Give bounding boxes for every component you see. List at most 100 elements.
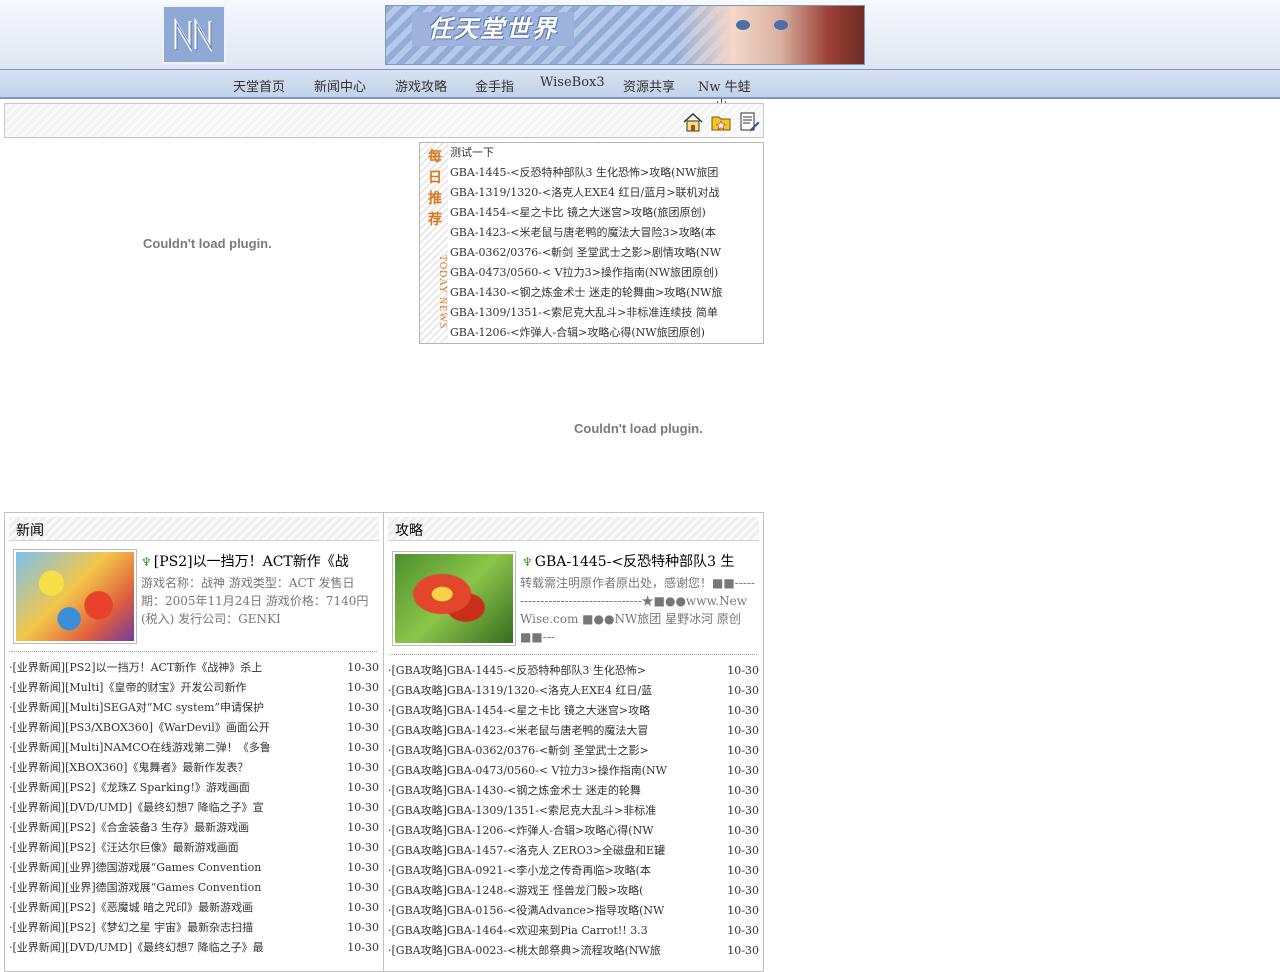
- news-item-date: 10-30: [347, 861, 379, 874]
- news-list-item[interactable]: ·[业界新闻][PS2]《梦幻之星 宇宙》最新杂志扫描 10-30: [9, 918, 379, 938]
- recommend-link[interactable]: GBA-1430-<钢之炼金术士 迷走的轮舞曲>攻略(NW旅: [450, 283, 762, 303]
- news-item-title[interactable]: ·[业界新闻][XBOX360]《鬼舞者》最新作发表？: [9, 758, 248, 778]
- guide-list-item[interactable]: ·[GBA攻略]GBA-1319/1320-<洛克人EXE4 红日/蓝 10-30: [388, 681, 759, 701]
- guide-item-title[interactable]: ·[GBA攻略]GBA-1454-<星之卡比 镜之大迷宫>攻略: [388, 701, 650, 721]
- site-logo[interactable]: [162, 5, 226, 64]
- news-list-item[interactable]: ·[业界新闻][PS2]《汪达尔巨像》最新游戏画面 10-30: [9, 838, 379, 858]
- news-list-item[interactable]: ·[业界新闻][Multi]NAMCO在线游戏第二弹！《多鲁 10-30: [9, 738, 379, 758]
- recommend-link[interactable]: GBA-0473/0560-< V拉力3>操作指南(NW旅团原创): [450, 263, 762, 283]
- guide-list-item[interactable]: ·[GBA攻略]GBA-1454-<星之卡比 镜之大迷宫>攻略 10-30: [388, 701, 759, 721]
- guide-panel: 攻略 ♆ GBA-1445-<反恐特种部队3 生 转载需注明原作者原出处，感谢您！…: [383, 512, 764, 972]
- recommend-link[interactable]: GBA-1423-<米老鼠与唐老鸭的魔法大冒险3>攻略(本: [450, 223, 762, 243]
- nav-item-news-center[interactable]: 新闻中心: [314, 76, 366, 95]
- news-list-item[interactable]: ·[业界新闻][PS3/XBOX360]《WarDevil》画面公开 10-30: [9, 718, 379, 738]
- home-icon[interactable]: [682, 112, 704, 132]
- guide-list-item[interactable]: ·[GBA攻略]GBA-1423-<米老鼠与唐老鸭的魔法大冒 10-30: [388, 721, 759, 741]
- news-item-title[interactable]: ·[业界新闻][PS2]《恶魔城 暗之咒印》最新游戏画: [9, 898, 253, 918]
- news-item-title[interactable]: ·[业界新闻][PS2]《合金装备3 生存》最新游戏画: [9, 818, 249, 838]
- daily-recommend-title: 每 日 推 荐: [428, 147, 442, 231]
- main-nav: 天堂首页 新闻中心 游戏攻略 金手指 WiseBox3 资源共享 Nw 牛蛙 山: [0, 69, 1280, 111]
- news-item-title[interactable]: ·[业界新闻][DVD/UMD]《最终幻想7 降临之子》宣: [9, 798, 264, 818]
- news-item-title[interactable]: ·[业界新闻][PS3/XBOX360]《WarDevil》画面公开: [9, 718, 270, 738]
- guide-item-title[interactable]: ·[GBA攻略]GBA-0023-<桃太郎祭典>流程攻略(NW旅: [388, 941, 661, 961]
- guide-item-date: 10-30: [727, 764, 759, 777]
- guide-list-item[interactable]: ·[GBA攻略]GBA-0156-<役满Advance>指导攻略(NW 10-30: [388, 901, 759, 921]
- news-list-item[interactable]: ·[业界新闻][业界]德国游戏展“Games Convention 10-30: [9, 878, 379, 898]
- news-item-title[interactable]: ·[业界新闻][DVD/UMD]《最终幻想7 降临之子》最: [9, 938, 264, 958]
- news-item-title[interactable]: ·[业界新闻][Multi]NAMCO在线游戏第二弹！《多鲁: [9, 738, 271, 758]
- guide-list-item[interactable]: ·[GBA攻略]GBA-1445-<反恐特种部队3 生化恐怖> 10-30: [388, 661, 759, 681]
- guide-list-item[interactable]: ·[GBA攻略]GBA-0473/0560-< V拉力3>操作指南(NW 10-3…: [388, 761, 759, 781]
- recommend-link[interactable]: GBA-1309/1351-<索尼克大乱斗>非标准连续技 简单: [450, 303, 762, 323]
- news-item-title[interactable]: ·[业界新闻][业界]德国游戏展“Games Convention: [9, 858, 261, 878]
- news-list-item[interactable]: ·[业界新闻][PS2]以一挡万！ACT新作《战神》杀上 10-30: [9, 658, 379, 678]
- nav-item-cheats[interactable]: 金手指: [475, 76, 514, 95]
- recommend-link[interactable]: GBA-1206-<炸弹人-合辑>攻略心得(NW旅团原创): [450, 323, 762, 343]
- guide-item-title[interactable]: ·[GBA攻略]GBA-1248-<游戏王 怪兽龙门骰>攻略(: [388, 881, 643, 901]
- nav-item-wisebox3[interactable]: WiseBox3: [540, 75, 605, 90]
- news-list-item[interactable]: ·[业界新闻][Multi]SEGA对“MC system”申请保护 10-30: [9, 698, 379, 718]
- news-featured-title[interactable]: ♆ [PS2]以一挡万！ACT新作《战: [141, 551, 373, 571]
- news-item-title[interactable]: ·[业界新闻][Multi]《皇帝的财宝》开发公司新作: [9, 678, 246, 698]
- nav-item-nw[interactable]: Nw 牛蛙: [698, 76, 751, 95]
- guide-item-title[interactable]: ·[GBA攻略]GBA-1457-<洛克人 ZERO3>全磁盘和E罐: [388, 841, 665, 861]
- news-item-date: 10-30: [347, 801, 379, 814]
- news-list-item[interactable]: ·[业界新闻][PS2]《恶魔城 暗之咒印》最新游戏画 10-30: [9, 898, 379, 918]
- today-news-label: TODAY NEWS: [437, 255, 448, 330]
- guide-item-title[interactable]: ·[GBA攻略]GBA-1423-<米老鼠与唐老鸭的魔法大冒: [388, 721, 648, 741]
- news-item-date: 10-30: [347, 901, 379, 914]
- guide-item-date: 10-30: [727, 864, 759, 877]
- recommend-link[interactable]: GBA-1319/1320-<洛克人EXE4 红日/蓝月>联机对战: [450, 183, 762, 203]
- guide-item-title[interactable]: ·[GBA攻略]GBA-1319/1320-<洛克人EXE4 红日/蓝: [388, 681, 652, 701]
- news-item-title[interactable]: ·[业界新闻][PS2]《梦幻之星 宇宙》最新杂志扫描: [9, 918, 253, 938]
- guide-item-title[interactable]: ·[GBA攻略]GBA-0156-<役满Advance>指导攻略(NW: [388, 901, 664, 921]
- guide-item-title[interactable]: ·[GBA攻略]GBA-1206-<炸弹人-合辑>攻略心得(NW: [388, 821, 654, 841]
- news-item-title[interactable]: ·[业界新闻][PS2]以一挡万！ACT新作《战神》杀上: [9, 658, 262, 678]
- document-edit-icon[interactable]: [738, 112, 760, 132]
- nav-item-guides[interactable]: 游戏攻略: [395, 76, 447, 95]
- news-list-item[interactable]: ·[业界新闻][PS2]《合金装备3 生存》最新游戏画 10-30: [9, 818, 379, 838]
- guide-panel-title: 攻略: [395, 523, 423, 539]
- news-list-item[interactable]: ·[业界新闻][Multi]《皇帝的财宝》开发公司新作 10-30: [9, 678, 379, 698]
- guide-featured-title[interactable]: ♆ GBA-1445-<反恐特种部队3 生: [522, 551, 758, 571]
- guide-list-item[interactable]: ·[GBA攻略]GBA-1430-<钢之炼金术士 迷走的轮舞 10-30: [388, 781, 759, 801]
- news-item-date: 10-30: [347, 701, 379, 714]
- news-item-date: 10-30: [347, 761, 379, 774]
- news-item-title[interactable]: ·[业界新闻][PS2]《汪达尔巨像》最新游戏画面: [9, 838, 239, 858]
- guide-list-item[interactable]: ·[GBA攻略]GBA-1206-<炸弹人-合辑>攻略心得(NW 10-30: [388, 821, 759, 841]
- nav-item-home[interactable]: 天堂首页: [233, 76, 285, 95]
- guide-list-item[interactable]: ·[GBA攻略]GBA-1248-<游戏王 怪兽龙门骰>攻略(10-30: [388, 881, 759, 901]
- news-list-item[interactable]: ·[业界新闻][XBOX360]《鬼舞者》最新作发表？ 10-30: [9, 758, 379, 778]
- recommend-link[interactable]: GBA-1454-<星之卡比 镜之大迷宫>攻略(旅团原创): [450, 203, 762, 223]
- guide-item-title[interactable]: ·[GBA攻略]GBA-1430-<钢之炼金术士 迷走的轮舞: [388, 781, 641, 801]
- news-list-item[interactable]: ·[业界新闻][PS2]《龙珠Z Sparking!》游戏画面 10-30: [9, 778, 379, 798]
- favorite-icon[interactable]: [710, 112, 732, 132]
- guide-item-title[interactable]: ·[GBA攻略]GBA-0473/0560-< V拉力3>操作指南(NW: [388, 761, 667, 781]
- header-banner[interactable]: 任天堂世界: [385, 5, 865, 65]
- news-list: ·[业界新闻][PS2]以一挡万！ACT新作《战神》杀上 10-30 ·[业界新闻…: [9, 658, 379, 958]
- guide-list-item[interactable]: ·[GBA攻略]GBA-1309/1351-<索尼克大乱斗>非标准 10-30: [388, 801, 759, 821]
- guide-item-title[interactable]: ·[GBA攻略]GBA-1464-<欢迎来到Pia Carrot!! 3.3: [388, 921, 648, 941]
- nav-item-resources[interactable]: 资源共享: [623, 76, 675, 95]
- news-list-item[interactable]: ·[业界新闻][DVD/UMD]《最终幻想7 降临之子》最 10-30: [9, 938, 379, 958]
- recommend-link[interactable]: 测试一下: [450, 143, 762, 163]
- recommend-link[interactable]: GBA-0362/0376-<斬剑 圣堂武士之影>剧情攻略(NW: [450, 243, 762, 263]
- guide-list-item[interactable]: ·[GBA攻略]GBA-0921-<李小龙之传奇再临>攻略(本 10-30: [388, 861, 759, 881]
- recommend-link[interactable]: GBA-1445-<反恐特种部队3 生化恐怖>攻略(NW旅团: [450, 163, 762, 183]
- news-item-title[interactable]: ·[业界新闻][Multi]SEGA对“MC system”申请保护: [9, 698, 264, 718]
- news-featured-image[interactable]: [13, 549, 137, 644]
- guide-item-title[interactable]: ·[GBA攻略]GBA-0921-<李小龙之传奇再临>攻略(本: [388, 861, 651, 881]
- guide-list-item[interactable]: ·[GBA攻略]GBA-1464-<欢迎来到Pia Carrot!! 3.3 10…: [388, 921, 759, 941]
- news-item-title[interactable]: ·[业界新闻][业界]德国游戏展“Games Convention: [9, 878, 261, 898]
- guide-item-title[interactable]: ·[GBA攻略]GBA-1445-<反恐特种部队3 生化恐怖>: [388, 661, 646, 681]
- news-item-date: 10-30: [347, 841, 379, 854]
- guide-item-title[interactable]: ·[GBA攻略]GBA-1309/1351-<索尼克大乱斗>非标准: [388, 801, 656, 821]
- guide-list-item[interactable]: ·[GBA攻略]GBA-1457-<洛克人 ZERO3>全磁盘和E罐 10-30: [388, 841, 759, 861]
- guide-list-item[interactable]: ·[GBA攻略]GBA-0023-<桃太郎祭典>流程攻略(NW旅 10-30: [388, 941, 759, 961]
- news-list-item[interactable]: ·[业界新闻][DVD/UMD]《最终幻想7 降临之子》宣 10-30: [9, 798, 379, 818]
- news-list-item[interactable]: ·[业界新闻][业界]德国游戏展“Games Convention 10-30: [9, 858, 379, 878]
- guide-featured-image[interactable]: [392, 551, 516, 646]
- guide-item-title[interactable]: ·[GBA攻略]GBA-0362/0376-<斬剑 圣堂武士之影>: [388, 741, 649, 761]
- news-item-title[interactable]: ·[业界新闻][PS2]《龙珠Z Sparking!》游戏画面: [9, 778, 250, 798]
- guide-list-item[interactable]: ·[GBA攻略]GBA-0362/0376-<斬剑 圣堂武士之影> 10-30: [388, 741, 759, 761]
